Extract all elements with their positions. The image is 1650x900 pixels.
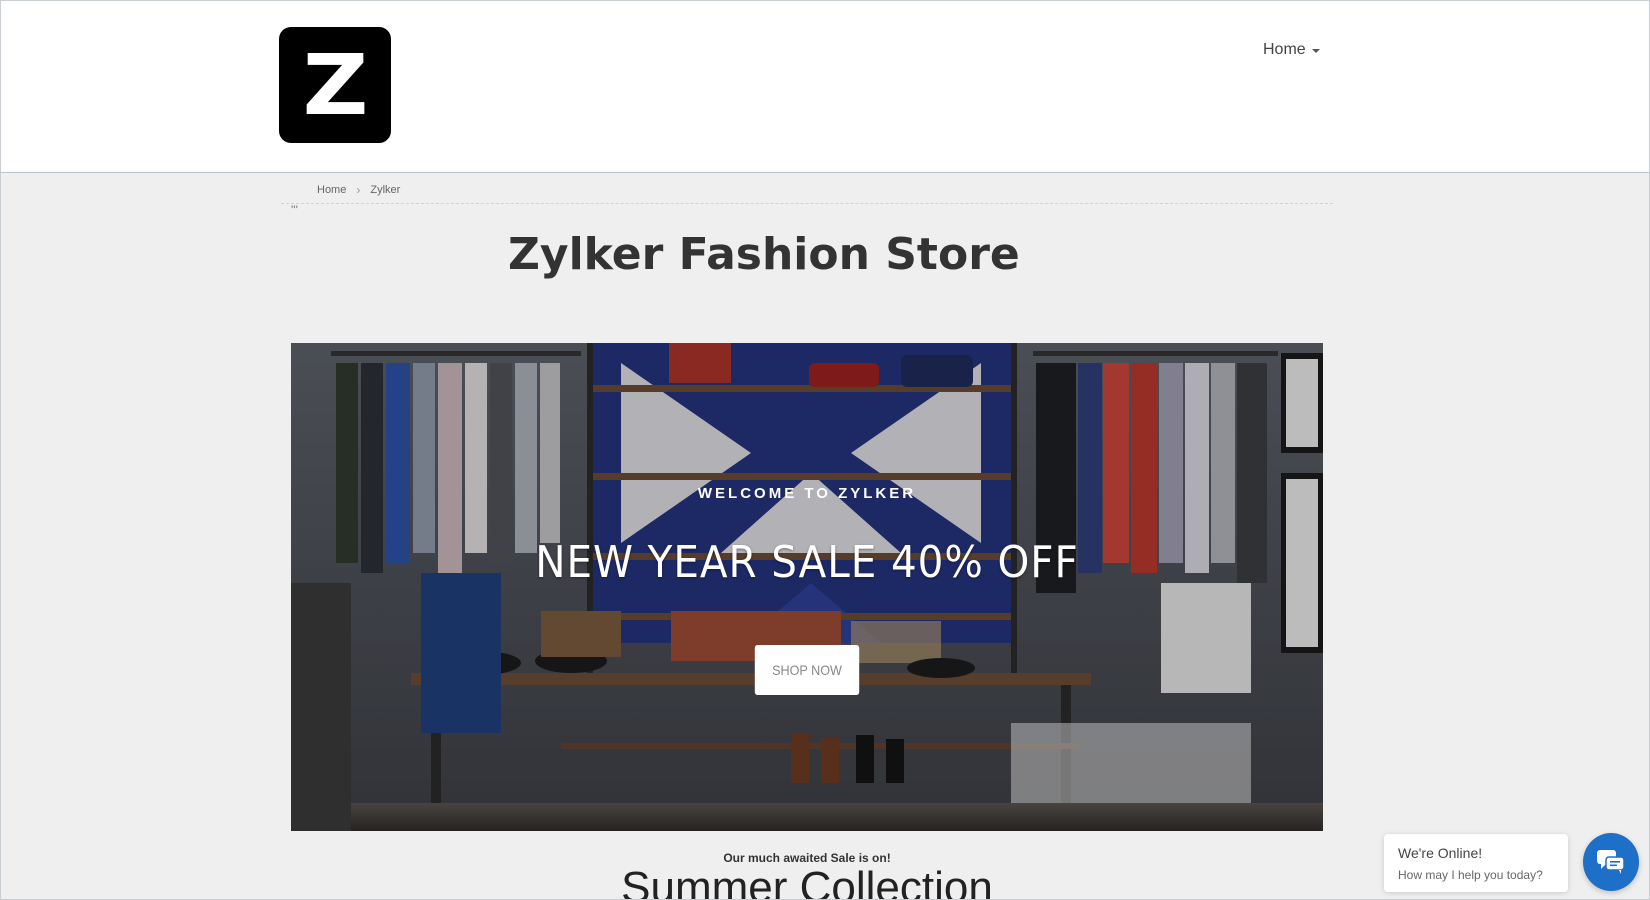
logo-letter: Z	[302, 36, 368, 134]
browser-viewport: Z Home Home › Zylker ''' Zylker Fashion …	[0, 0, 1650, 900]
zylker-logo[interactable]: Z	[279, 27, 391, 143]
chat-subtitle: How may I help you today?	[1398, 868, 1543, 882]
caret-down-icon	[1311, 49, 1320, 53]
breadcrumb-item-home[interactable]: Home	[317, 184, 346, 196]
chat-launcher-button[interactable]	[1583, 833, 1639, 891]
site-header: Z Home	[1, 1, 1649, 173]
chat-title: We're Online!	[1398, 845, 1483, 861]
shop-now-button[interactable]: SHOP NOW	[754, 645, 860, 695]
chat-icon	[1597, 850, 1625, 874]
main-content: Home › Zylker ''' Zylker Fashion Store W…	[281, 173, 1333, 900]
breadcrumb-item-zylker: Zylker	[370, 184, 401, 196]
collection-title: Summer Collection	[621, 863, 993, 900]
page-title: Zylker Fashion Store	[508, 229, 1020, 280]
chat-greeting-bubble[interactable]: We're Online! How may I help you today?	[1384, 834, 1568, 892]
stray-text: '''	[291, 203, 298, 217]
hero-headline: NEW YEAR SALE 40% OFF	[535, 537, 1079, 588]
chevron-right-icon: ›	[356, 183, 361, 197]
hero-eyebrow: WELCOME TO ZYLKER	[697, 485, 917, 502]
nav-home-dropdown[interactable]: Home	[1263, 41, 1320, 59]
breadcrumb-divider	[281, 203, 1333, 204]
nav-home-label: Home	[1263, 41, 1306, 58]
breadcrumb: Home › Zylker	[317, 183, 400, 197]
hero-banner: WELCOME TO ZYLKER NEW YEAR SALE 40% OFF …	[291, 343, 1323, 831]
